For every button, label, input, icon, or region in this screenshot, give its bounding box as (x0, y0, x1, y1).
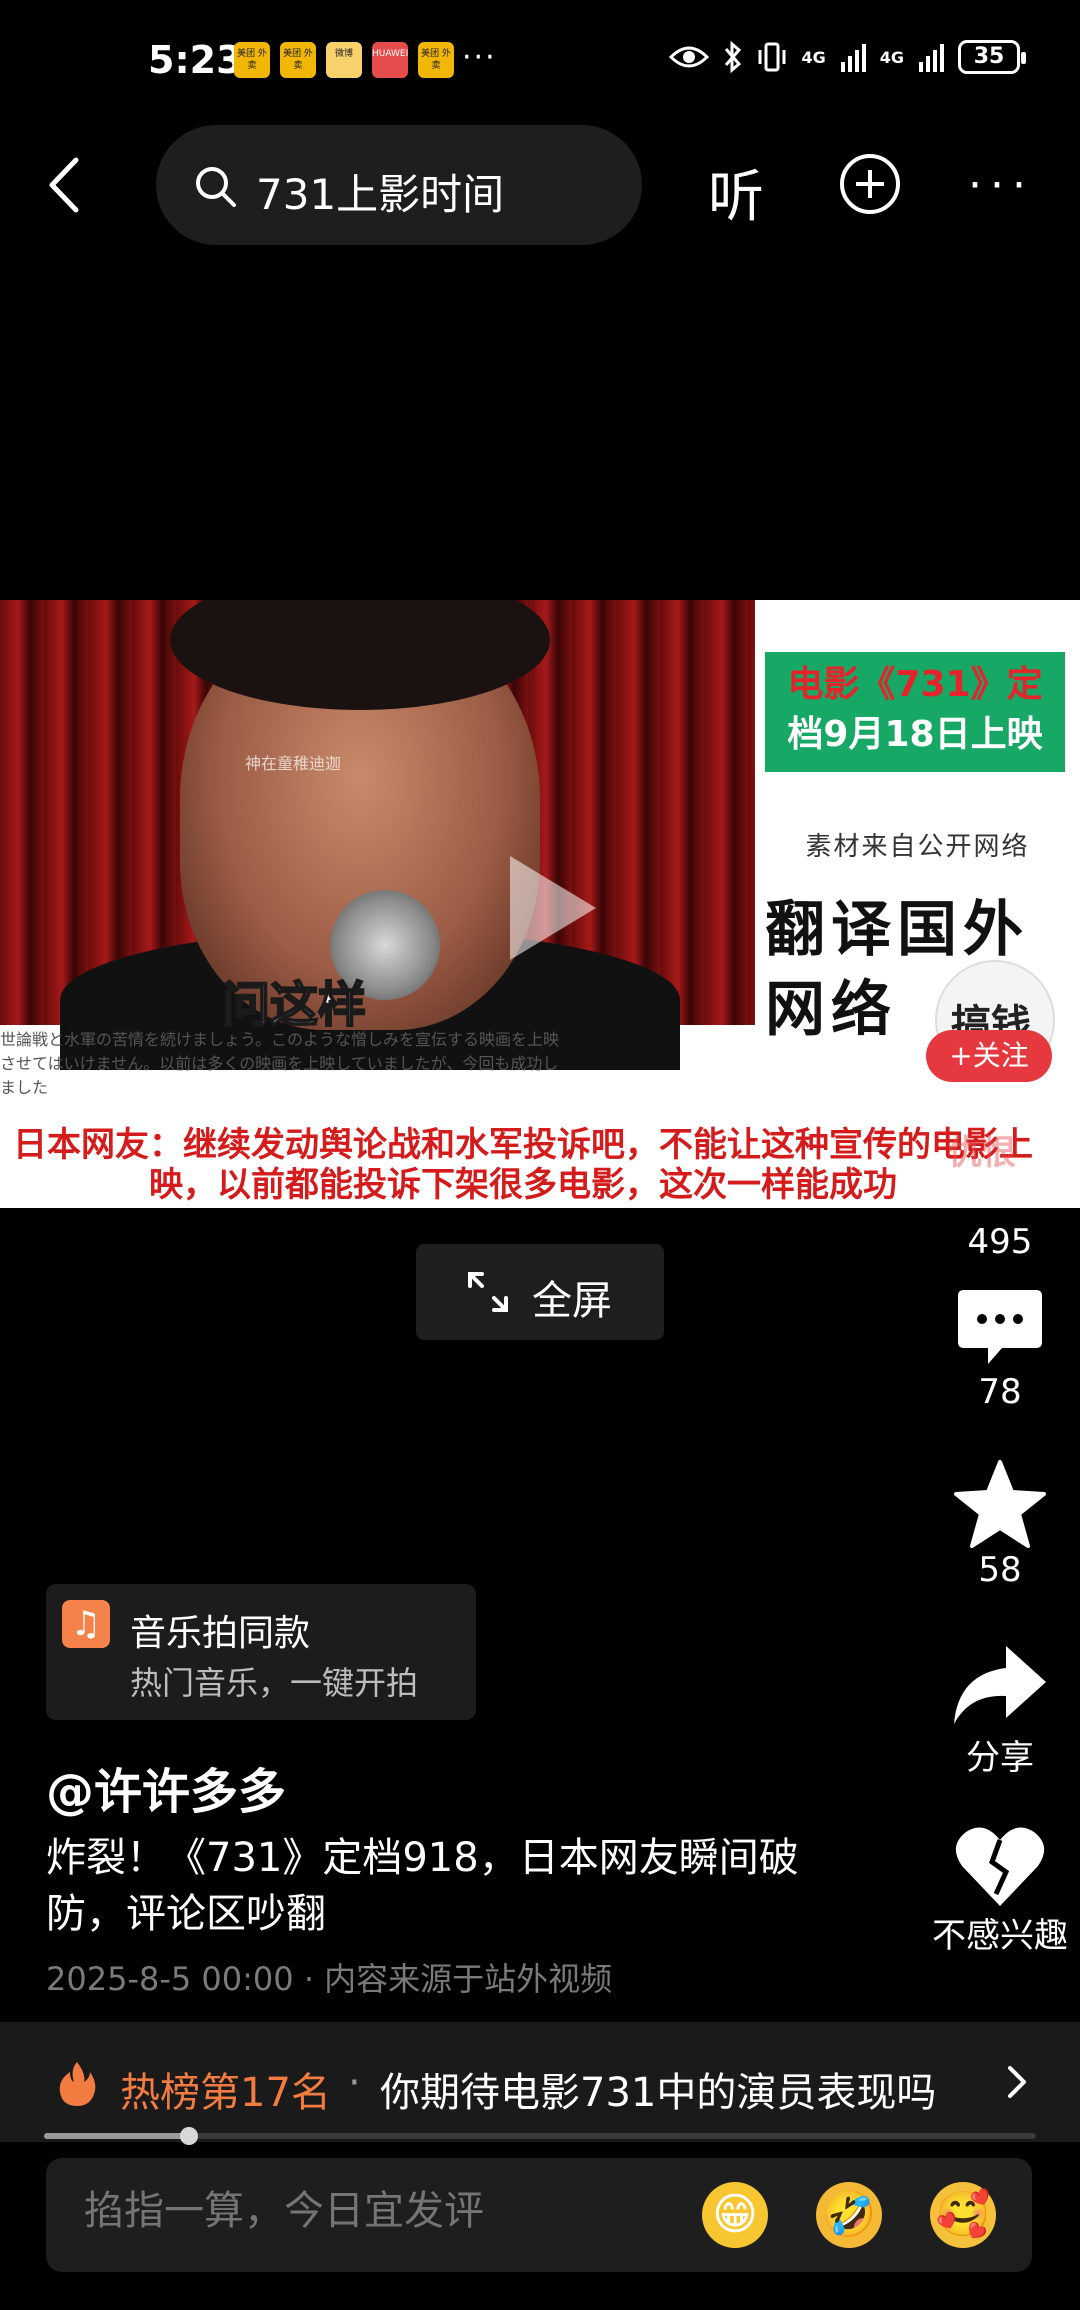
meituan-notification-icon: 美团 外卖 (418, 42, 454, 78)
music-note-icon: ♫ (62, 1600, 110, 1648)
add-icon[interactable] (838, 152, 902, 216)
comment-input[interactable] (84, 2188, 644, 2234)
share-button[interactable]: 分享 (920, 1640, 1080, 1779)
search-bar[interactable]: 731上影时间 (156, 125, 642, 245)
post-meta: 2025-8-5 00:00 · 内容来源于站外视频 (46, 1960, 613, 1998)
grinning-emoji-icon[interactable]: 😁 (702, 2182, 768, 2248)
favorite-button[interactable]: 58 (920, 1458, 1080, 1590)
meituan-notification-icon: 美团 外卖 (234, 42, 270, 78)
progress-fill (44, 2133, 189, 2139)
huawei-notification-icon: HUAWEI (372, 42, 408, 78)
hot-list-bar[interactable]: 热榜第17名 · 你期待电影731中的演员表现吗 (0, 2022, 1080, 2142)
progress-handle[interactable] (179, 2127, 198, 2145)
back-arrow-icon (49, 157, 79, 213)
back-button[interactable] (36, 150, 96, 220)
more-options-button[interactable]: ··· (968, 160, 1034, 211)
fullscreen-button[interactable]: 全屏 (416, 1244, 664, 1340)
star-icon (954, 1460, 1046, 1548)
post-title: 炸裂！《731》定档918，日本网友瞬间破防，评论区吵翻 (46, 1835, 799, 1937)
favorite-count: 58 (978, 1550, 1022, 1590)
top-nav: 731上影时间 听 ··· (0, 120, 1080, 250)
expand-icon (468, 1272, 508, 1312)
play-icon[interactable] (496, 848, 606, 968)
chevron-right-icon (1008, 2066, 1026, 2098)
video-caption: 问这样 (221, 976, 367, 1034)
banner-text: 731 (895, 664, 971, 705)
music-subtitle: 热门音乐，一键开拍 (130, 1664, 419, 1702)
video-progress-bar[interactable] (44, 2127, 1036, 2145)
fire-icon (59, 2062, 96, 2106)
source-text: 素材来自公开网络 (805, 832, 1030, 862)
dislike-button[interactable]: 不感兴趣 (920, 1822, 1080, 1957)
signal-4g-icon: 4G (801, 47, 826, 67)
author-name[interactable]: @许许多多 (46, 1752, 286, 1822)
dislike-label: 不感兴趣 (932, 1916, 1068, 1956)
video-player[interactable]: 神在童稚迪迦 问这样 世論戦と水軍の苦情を続けましょう。このような憎しみを宣伝す… (0, 600, 1080, 1208)
notification-icons: 美团 外卖 美团 外卖 微博 HUAWEI 美团 外卖 (234, 42, 454, 78)
share-label: 分享 (966, 1738, 1034, 1778)
music-title: 音乐拍同款 (130, 1613, 311, 1654)
status-time: 5:23 (148, 38, 243, 82)
system-icons: 4G 4G 35 (669, 40, 1026, 74)
japanese-subtitle: 世論戦と水軍の苦情を続けましょう。このような憎しみを宣伝する映画を上映させてはい… (0, 1030, 560, 1097)
comment-count: 78 (978, 1372, 1022, 1412)
banner-text: 》定 (970, 664, 1043, 705)
hot-topic: 你期待电影731中的演员表现吗 (380, 2070, 937, 2116)
music-card[interactable]: ♫ 音乐拍同款 热门音乐，一键开拍 (46, 1584, 476, 1720)
signal-bars-icon (919, 44, 944, 72)
comment-button[interactable]: 78 (920, 1286, 1080, 1412)
hugging-emoji-icon[interactable]: 🥰 (930, 2182, 996, 2248)
laughing-emoji-icon[interactable]: 🤣 (816, 2182, 882, 2248)
share-icon (954, 1646, 1046, 1724)
more-notifications-icon: ··· (462, 40, 497, 75)
eye-icon (669, 46, 710, 68)
broken-heart-icon (955, 1827, 1045, 1906)
follow-button[interactable]: +关注 (926, 1030, 1052, 1082)
overlay-word: 仇恨 (948, 1133, 1016, 1173)
weibo-notification-icon: 微博 (326, 42, 362, 78)
battery-icon: 35 (958, 40, 1026, 74)
like-count: 495 (967, 1222, 1033, 1262)
search-icon (196, 167, 236, 207)
vibrate-icon (758, 42, 786, 72)
signal-4g-icon: 4G (879, 47, 904, 67)
search-query: 731上影时间 (256, 170, 505, 219)
fullscreen-label: 全屏 (532, 1278, 612, 1324)
release-banner: 电影《731》定 档9月18日上映 (765, 652, 1065, 772)
banner-text: 电影《 (787, 664, 896, 705)
chinese-subtitle: 日本网友：继续发动舆论战和水军投诉吧，不能让这种宣传的电影上映，以前都能投诉下架… (13, 1125, 1033, 1205)
hot-separator: · (348, 2060, 361, 2106)
status-bar: 5:23 美团 外卖 美团 外卖 微博 HUAWEI 美团 外卖 ··· 4G … (0, 0, 1080, 120)
video-watermark: 神在童稚迪迦 (245, 754, 342, 773)
video-frame: 神在童稚迪迦 问这样 (0, 600, 755, 1070)
signal-bars-icon (840, 44, 866, 72)
hot-rank: 热榜第17名 (120, 2070, 331, 2116)
meituan-notification-icon: 美团 外卖 (280, 42, 316, 78)
bluetooth-icon (725, 40, 742, 74)
banner-date: 档9月18日上映 (787, 714, 1043, 755)
like-count-item: 495 (920, 1222, 1080, 1262)
comment-icon (958, 1290, 1042, 1364)
comment-bar: 😁 🤣 🥰 (46, 2158, 1032, 2272)
listen-button[interactable]: 听 (708, 152, 764, 233)
